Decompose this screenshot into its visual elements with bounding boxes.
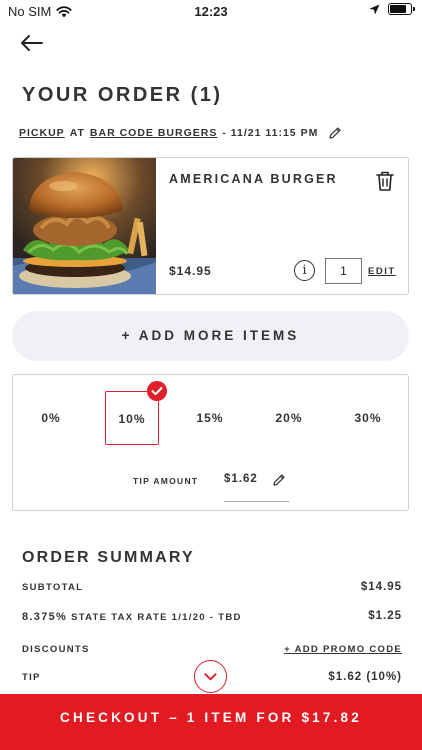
subtotal-label: SUBTOTAL: [22, 582, 84, 593]
tax-label: 8.375% STATE TAX RATE 1/1/20 - TBD: [22, 611, 242, 623]
add-more-items-button[interactable]: + ADD MORE ITEMS: [12, 311, 409, 361]
trash-icon[interactable]: [375, 170, 395, 192]
subtotal-value: $14.95: [360, 581, 402, 593]
summary-subtotal-row: SUBTOTAL $14.95: [22, 581, 402, 598]
info-icon[interactable]: i: [294, 260, 315, 281]
checkout-button[interactable]: CHECKOUT – 1 ITEM FOR $17.82: [0, 694, 422, 750]
discounts-label: DISCOUNTS: [22, 644, 90, 655]
location-arrow-icon: [369, 4, 380, 14]
pickup-datetime: - 11/21 11:15 PM: [222, 127, 319, 139]
battery-icon: [388, 3, 415, 15]
status-right: [369, 3, 415, 15]
status-time: 12:23: [194, 4, 228, 19]
pickup-location-link[interactable]: BAR CODE BURGERS: [90, 127, 217, 139]
item-name: AMERICANA BURGER: [169, 172, 338, 186]
burger-photo: [13, 158, 156, 294]
tip-amount-input[interactable]: $1.62: [224, 473, 258, 485]
tip-option-20[interactable]: 20%: [262, 391, 316, 445]
item-price: $14.95: [169, 264, 212, 278]
check-icon: [147, 381, 167, 401]
tip-value: $1.62 (10%): [328, 671, 402, 683]
quantity-field[interactable]: 1: [325, 258, 362, 284]
pickup-details: PICKUP AT BAR CODE BURGERS - 11/21 11:15…: [19, 126, 342, 140]
summary-tax-row: 8.375% STATE TAX RATE 1/1/20 - TBD $1.25: [22, 610, 402, 627]
tax-value: $1.25: [368, 610, 402, 622]
tip-amount-label: TIP AMOUNT: [133, 476, 199, 486]
order-item-card: AMERICANA BURGER $14.95 i 1 EDIT: [12, 157, 409, 295]
order-summary-title: ORDER SUMMARY: [22, 549, 195, 566]
tip-option-15[interactable]: 15%: [183, 391, 237, 445]
back-arrow-icon[interactable]: [18, 32, 46, 54]
tip-option-0[interactable]: 0%: [24, 391, 78, 445]
tip-option-30[interactable]: 30%: [341, 391, 395, 445]
pencil-icon[interactable]: [272, 473, 286, 487]
edit-item-link[interactable]: EDIT: [368, 266, 396, 277]
tax-description: STATE TAX RATE 1/1/20 - TBD: [71, 612, 242, 623]
tip-option-label: 10%: [118, 412, 146, 426]
summary-discounts-row: DISCOUNTS + ADD PROMO CODE: [22, 644, 402, 660]
tip-amount-underline: [224, 501, 289, 502]
tip-label: TIP: [22, 672, 41, 683]
page-title: YOUR ORDER (1): [22, 84, 223, 106]
tip-option-10[interactable]: 10%: [105, 381, 167, 445]
pickup-mode-link[interactable]: PICKUP: [19, 127, 65, 139]
pickup-at-label: AT: [69, 127, 85, 139]
chevron-down-icon[interactable]: [194, 660, 227, 693]
add-promo-code-link[interactable]: + ADD PROMO CODE: [284, 644, 402, 655]
tip-selector-card: 0% 10% 15% 20% 30% TIP AMOUNT $1.62: [12, 374, 409, 511]
status-bar: No SIM 12:23: [0, 0, 422, 22]
pencil-icon[interactable]: [328, 126, 342, 140]
tax-rate: 8.375%: [22, 611, 68, 623]
